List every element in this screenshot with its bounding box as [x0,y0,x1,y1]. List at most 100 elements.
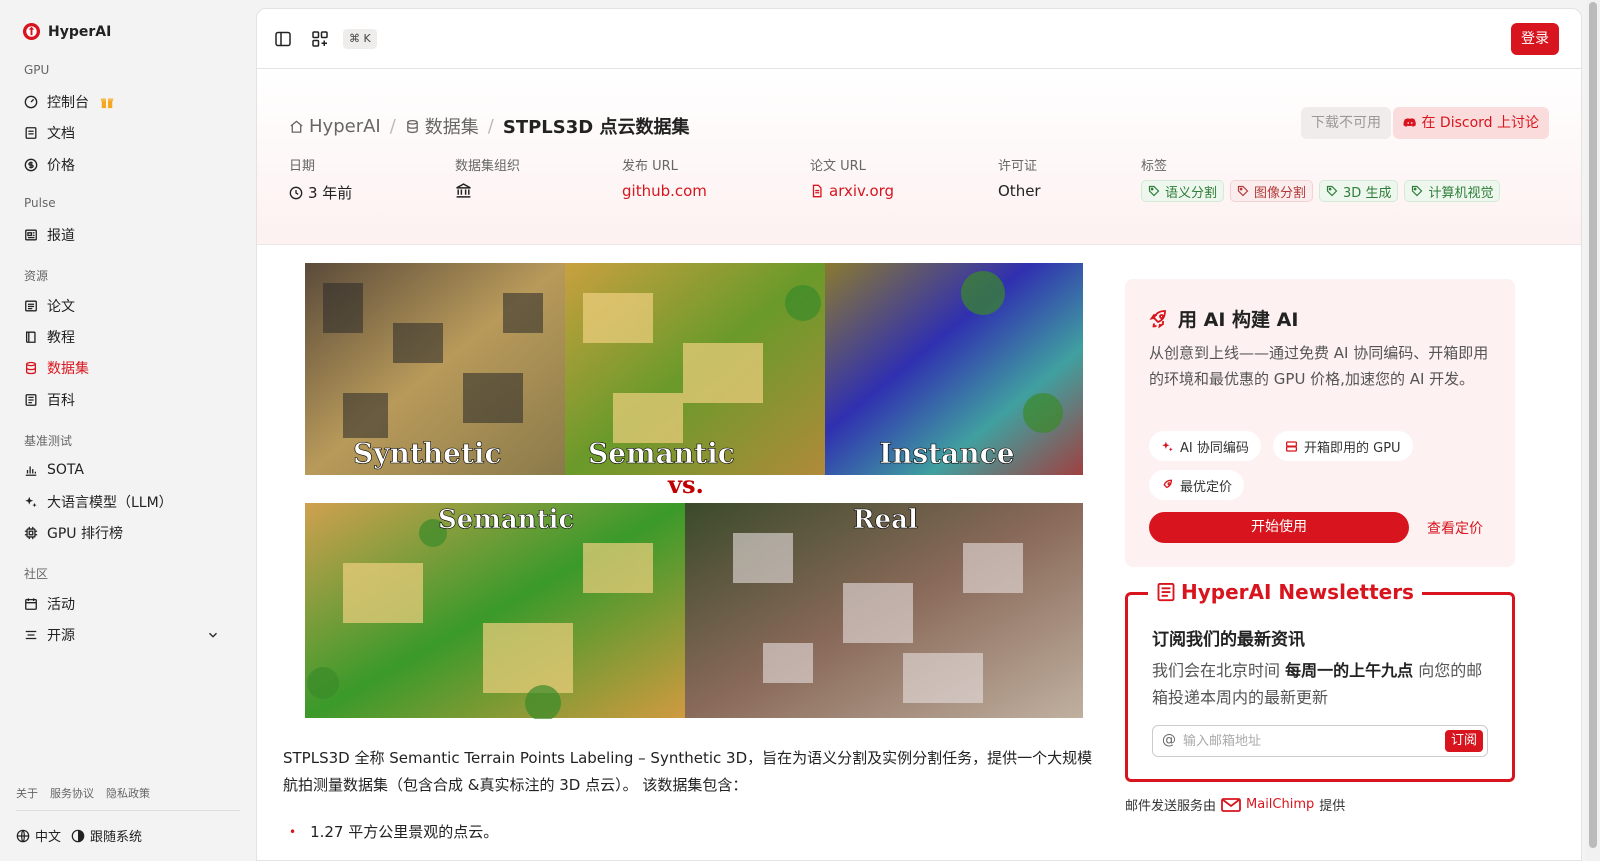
sidebar-item-tutorials[interactable]: 教程 [24,324,234,350]
subscribe-button[interactable]: 订阅 [1444,730,1483,752]
tag-label: 3D 生成 [1343,185,1392,201]
publish-url-link[interactable]: github.com [622,182,707,200]
footer-link-about[interactable]: 关于 [16,785,38,801]
tag-computer-vision[interactable]: 计算机视觉 [1404,180,1501,202]
sidebar-item-label: 教程 [47,330,75,346]
theme-label: 跟随系统 [90,830,143,845]
sidebar-item-papers[interactable]: 论文 [24,293,234,319]
sidebar-item-opensource[interactable]: 开源 [24,622,234,648]
image-label-instance: Instance [879,437,1015,470]
breadcrumb-separator: / [487,115,494,137]
date-text: 3 年前 [308,184,353,202]
sidebar-item-pricing[interactable]: 价格 [24,152,234,178]
gauge-icon [24,95,38,109]
sidebar-item-reports[interactable]: 报道 [24,222,234,248]
promo-card: 用 AI 构建 AI 从创意到上线——通过免费 AI 协同编码、开箱即用的环境和… [1125,279,1515,567]
bullet-text: 1.27 平方公里景观的点云。 [310,823,499,841]
download-button[interactable]: 下载不可用 [1301,107,1391,139]
newsletter-box: HyperAI Newsletters 订阅我们的最新资讯 我们会在北京时间 每… [1125,580,1515,782]
breadcrumb-home-label: HyperAI [309,115,381,137]
rocket-icon [1163,479,1173,488]
home-icon [290,119,303,133]
pill-label: 开箱即用的 GPU [1304,440,1401,456]
sidebar-item-datasets[interactable]: 数据集 [24,355,234,381]
credit-prefix: 邮件发送服务由 [1125,799,1217,814]
document-icon [812,184,822,198]
brand[interactable]: HyperAI [22,22,111,41]
meta-paper-label: 论文 URL [810,159,866,174]
institution-icon [456,183,471,198]
promo-title-text: 用 AI 构建 AI [1178,309,1299,331]
breadcrumb: HyperAI / 数据集 / STPLS3D 点云数据集 [289,113,689,139]
newsletter-legend-text: HyperAI Newsletters [1181,580,1414,604]
newspaper-icon [1157,582,1175,602]
point-cloud-collage: Synthetic Semantic Instance Semantic Rea… [305,263,1083,719]
book-icon [25,331,36,343]
sidebar-item-label: 论文 [47,299,75,315]
login-button[interactable]: 登录 [1511,23,1559,55]
newsletter-legend: HyperAI Newsletters [1148,580,1422,604]
search-shortcut[interactable]: ⌘ K [343,29,377,49]
breadcrumb-separator: / [389,115,396,137]
tag-icon [1412,185,1423,197]
scrollbar-thumb[interactable] [1589,2,1597,848]
footer-divider [16,810,240,811]
sidebar-item-label: 报道 [47,228,75,244]
sidebar-item-events[interactable]: 活动 [24,591,234,617]
tag-3d-generation[interactable]: 3D 生成 [1319,180,1399,202]
language-label: 中文 [35,830,62,845]
meta-paper-url: 论文 URL arxiv.org [810,155,894,200]
sidebar: HyperAI GPU 控制台 文档 价格 Pulse 报道 资源 论文 教程 … [0,0,250,861]
meta-url-label: 发布 URL [622,159,678,174]
breadcrumb-home[interactable]: HyperAI [289,116,381,137]
sparkle-icon [25,496,37,508]
database-icon [25,361,37,375]
chevron-down-icon[interactable] [206,628,220,642]
meta-tags-label: 标签 [1141,159,1168,174]
sidebar-item-label: 大语言模型（LLM） [47,495,173,511]
sidebar-item-wiki[interactable]: 百科 [24,387,234,413]
sidebar-toggle-icon[interactable] [274,30,292,48]
tag-semantic-segmentation[interactable]: 语义分割 [1141,180,1225,202]
newsletter-text: 我们会在北京时间 每周一的上午九点 向您的邮箱投递本周内的最新更新 [1152,657,1492,711]
apps-icon[interactable] [311,30,329,48]
footer-link-terms[interactable]: 服务协议 [50,785,94,801]
theme-switcher[interactable]: 跟随系统 [71,826,142,845]
mailchimp-link[interactable]: MailChimp [1246,797,1314,812]
brand-name: HyperAI [48,23,112,40]
meta-tags: 标签 语义分割 图像分割 3D 生成 计算机视觉 [1141,155,1501,202]
sidebar-item-label: SOTA [47,462,84,478]
sidebar-item-gpu-leaderboard[interactable]: GPU 排行榜 [24,520,234,546]
sidebar-item-console[interactable]: 控制台 [24,89,234,115]
view-pricing-link[interactable]: 查看定价 [1427,518,1483,538]
discord-button[interactable]: 在 Discord 上讨论 [1393,107,1549,139]
footer-link-privacy[interactable]: 隐私政策 [106,785,150,801]
sidebar-item-sota[interactable]: SOTA [24,457,234,483]
cpu-icon [24,526,38,540]
meta-org: 数据集组织 [455,155,520,199]
get-started-button[interactable]: 开始使用 [1149,512,1409,543]
paper-icon [25,300,37,312]
discord-icon [1403,118,1417,127]
page-title: STPLS3D 点云数据集 [502,117,690,138]
meta-org-label: 数据集组织 [455,159,521,174]
credit-suffix: 提供 [1319,799,1346,814]
newsletter-text-bold: 每周一的上午九点 [1285,661,1414,680]
language-switcher[interactable]: 中文 [16,826,61,845]
sidebar-item-llm[interactable]: 大语言模型（LLM） [24,489,234,515]
paper-url-link[interactable]: arxiv.org [810,182,894,200]
paper-url-text: arxiv.org [829,182,895,200]
section-label-benchmark: 基准测试 [24,434,73,448]
sidebar-item-docs[interactable]: 文档 [24,120,234,146]
breadcrumb-datasets[interactable]: 数据集 [405,113,479,139]
newspaper-icon [25,229,37,241]
tag-image-segmentation[interactable]: 图像分割 [1230,180,1314,202]
meta-date: 日期 3 年前 [289,155,352,203]
dataset-preview-image: Synthetic Semantic Instance Semantic Rea… [283,263,1088,719]
scrollbar[interactable] [1586,0,1600,861]
email-input-group: @ 订阅 [1152,725,1488,757]
email-input[interactable] [1183,730,1433,752]
tag-label: 图像分割 [1254,185,1307,201]
bullet-dot-icon: • [289,824,297,839]
database-icon [406,119,418,133]
